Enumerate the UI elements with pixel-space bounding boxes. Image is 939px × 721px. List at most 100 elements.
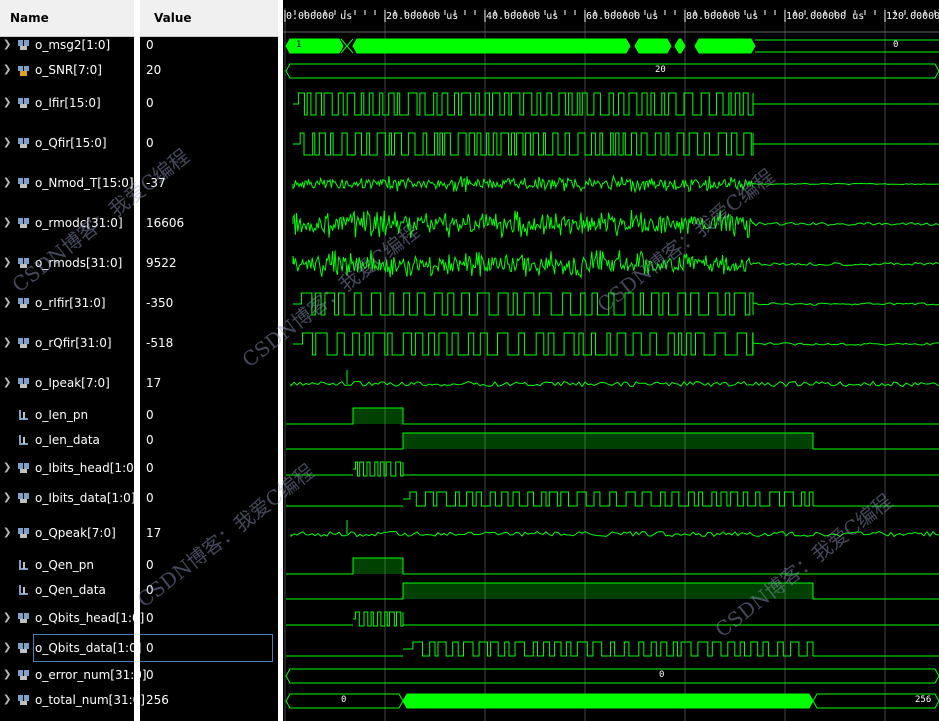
column-divider[interactable] (134, 0, 140, 721)
digital-trace (403, 641, 814, 657)
bus-signal-icon (18, 218, 29, 228)
signal-value: 0 (146, 433, 154, 447)
digital-trace (293, 332, 754, 356)
bus-value-label: 1 (296, 40, 302, 50)
analog-trace (290, 530, 939, 538)
expand-chevron-icon[interactable]: ❯ (3, 527, 11, 538)
name-column-header[interactable]: Name (0, 0, 134, 37)
expand-chevron-icon[interactable]: ❯ (3, 297, 11, 308)
signal-name: o_Ifir[15:0] (35, 96, 101, 110)
bus-value-label: 20 (655, 65, 666, 75)
signal-name: o_Qfir[15:0] (35, 136, 107, 150)
waveform-viewer[interactable]: 0.000000 us 20.000000 us 40.000000 us 60.00… (283, 0, 939, 721)
bus-signal-icon (18, 463, 29, 473)
bus-signal-icon (18, 178, 29, 188)
expand-chevron-icon[interactable]: ❯ (3, 64, 11, 75)
expand-chevron-icon[interactable]: ❯ (3, 217, 11, 228)
bus-segment (634, 38, 672, 54)
bus-signal-icon (18, 493, 29, 503)
signal-name: o_SNR[7:0] (35, 63, 102, 77)
expand-chevron-icon[interactable]: ❯ (3, 642, 11, 653)
signal-value: 0 (146, 38, 154, 52)
signal-name: o_rmodc[31:0] (35, 216, 123, 230)
waveform-canvas[interactable] (283, 0, 939, 721)
bus-trace (755, 39, 939, 53)
bus-signal-icon (18, 613, 29, 623)
signal-name: o_rQfir[31:0] (35, 336, 112, 350)
expand-chevron-icon[interactable]: ❯ (3, 39, 11, 50)
bus-segment (285, 38, 344, 54)
signal-name: o_msg2[1:0] (35, 38, 111, 52)
bus-segment (352, 38, 631, 54)
bit-high-fill (403, 433, 813, 449)
digital-trace (403, 491, 814, 507)
expand-chevron-icon[interactable]: ❯ (3, 694, 11, 705)
signal-value: 0 (146, 136, 154, 150)
bus-value-label: 0 (659, 670, 665, 680)
signal-name: o_Qen_data (35, 583, 106, 597)
bus-value-label: 0 (341, 695, 347, 705)
bit-signal-icon (19, 560, 28, 570)
signal-name: o_Ien_data (35, 433, 100, 447)
signal-name: o_Qbits_head[1:0] (35, 611, 145, 625)
expand-chevron-icon[interactable]: ❯ (3, 492, 11, 503)
bus-signal-icon (18, 670, 29, 680)
signal-value: -518 (146, 336, 174, 350)
bus-signal-icon (18, 695, 29, 705)
signal-name: o_Qpeak[7:0] (35, 526, 116, 540)
signal-value: 20 (146, 63, 162, 77)
bus-signal-icon (18, 643, 29, 653)
bus-segment (402, 693, 814, 709)
signal-name: o_Nmod_T[15:0] (35, 176, 134, 190)
expand-chevron-icon[interactable]: ❯ (3, 462, 11, 473)
digital-trace (293, 292, 754, 316)
bus-signal-icon (18, 66, 29, 76)
analog-trace (752, 342, 939, 346)
signal-value: 0 (146, 668, 154, 682)
signal-value: 0 (146, 96, 154, 110)
expand-chevron-icon[interactable]: ❯ (3, 137, 11, 148)
signal-name: o_Ien_pn (35, 408, 89, 422)
signal-value: 16606 (146, 216, 185, 230)
dense-trace (292, 174, 754, 194)
bus-value-label: 0 (893, 40, 899, 50)
bus-signal-icon (18, 98, 29, 108)
signal-name: o_rmods[31:0] (35, 256, 123, 270)
bit-high-fill (403, 583, 813, 599)
digital-trace (293, 132, 754, 156)
expand-chevron-icon[interactable]: ❯ (3, 97, 11, 108)
bus-signal-icon (18, 528, 29, 538)
signal-name: o_Ibits_head[1:0] (35, 461, 139, 475)
signal-value: 0 (146, 611, 154, 625)
bus-segment (285, 63, 939, 79)
signal-name: o_error_num[31:0] (35, 668, 147, 682)
signal-value: 256 (146, 693, 169, 707)
expand-chevron-icon[interactable]: ❯ (3, 337, 11, 348)
expand-chevron-icon[interactable]: ❯ (3, 177, 11, 188)
value-column-header[interactable]: Value (140, 0, 278, 37)
expand-chevron-icon[interactable]: ❯ (3, 377, 11, 388)
expand-chevron-icon[interactable]: ❯ (3, 612, 11, 623)
name-header-label: Name (10, 11, 49, 25)
analog-trace (752, 182, 939, 186)
bus-signal-icon (18, 258, 29, 268)
signal-name: o_Ipeak[7:0] (35, 376, 110, 390)
signal-name: o_rIfir[31:0] (35, 296, 106, 310)
bit-high-fill (353, 408, 403, 424)
signal-value: 0 (146, 558, 154, 572)
signal-value: 9522 (146, 256, 177, 270)
dense-trace (292, 250, 753, 280)
digital-trace (353, 611, 404, 627)
digital-trace (353, 461, 404, 477)
signal-value: 0 (146, 491, 154, 505)
signal-name: o_total_num[31:0] (35, 693, 145, 707)
signal-value: 0 (146, 408, 154, 422)
bus-value-label: 256 (915, 695, 932, 705)
signal-value: -350 (146, 296, 174, 310)
bit-signal-icon (19, 435, 28, 445)
expand-chevron-icon[interactable]: ❯ (3, 669, 11, 680)
signal-value: 17 (146, 526, 162, 540)
expand-chevron-icon[interactable]: ❯ (3, 257, 11, 268)
bus-signal-icon (18, 298, 29, 308)
signal-value: 17 (146, 376, 162, 390)
